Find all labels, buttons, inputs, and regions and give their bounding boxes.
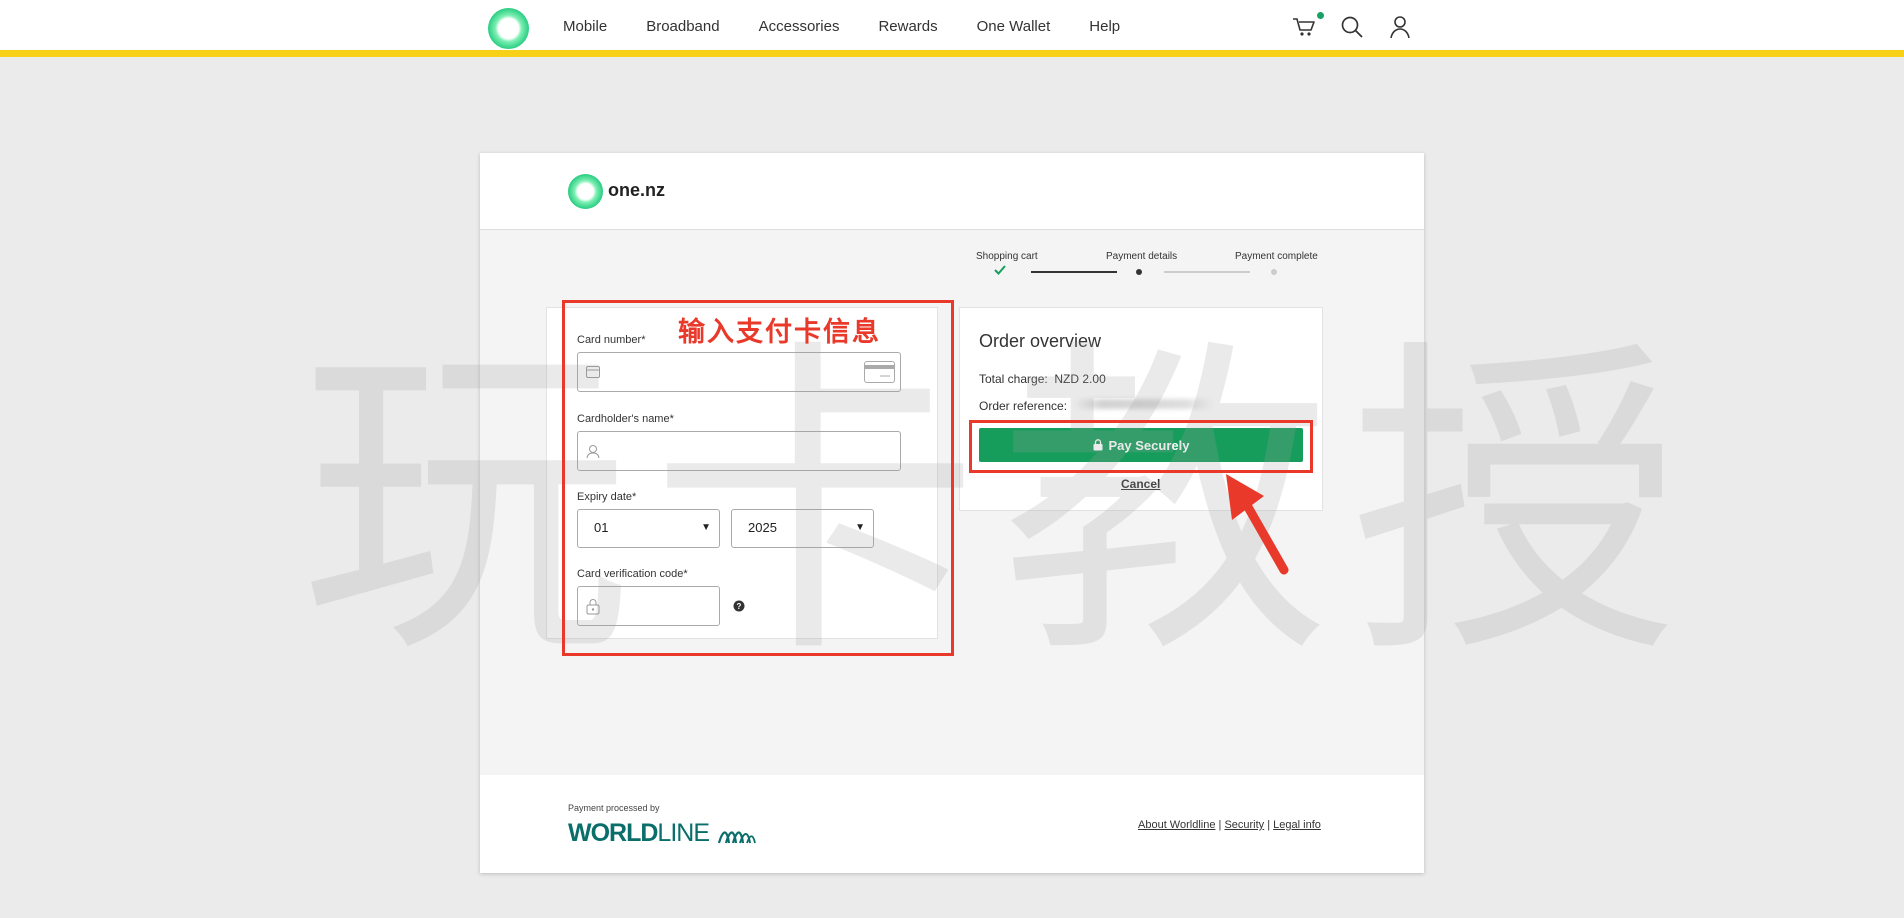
worldline-logo: WORLDLINE xyxy=(568,819,759,848)
card-footer: Payment processed by WORLDLINE About Wor… xyxy=(480,775,1424,873)
worldline-wordmark: WORLDLINE xyxy=(568,819,710,848)
cvc-label: Card verification code* xyxy=(577,568,688,580)
nav-link-rewards[interactable]: Rewards xyxy=(878,18,937,35)
annotation-arrow-icon xyxy=(1226,474,1289,575)
brand-name: one.nz xyxy=(608,180,665,200)
footer-links: About Worldline | Security | Legal info xyxy=(1138,819,1321,831)
step-shopping-cart: Shopping cart xyxy=(976,251,1038,262)
step-payment-complete: Payment complete xyxy=(1235,251,1318,262)
top-navigation: Mobile Broadband Accessories Rewards One… xyxy=(0,0,1904,57)
chevron-down-icon: ▼ xyxy=(701,522,711,533)
check-icon xyxy=(994,265,1006,275)
total-charge-label: Total charge: xyxy=(979,372,1048,386)
lock-icon xyxy=(1093,439,1103,451)
nav-link-broadband[interactable]: Broadband xyxy=(646,18,719,35)
nav-link-help[interactable]: Help xyxy=(1089,18,1120,35)
help-icon[interactable]: ? xyxy=(733,600,745,612)
cancel-link[interactable]: Cancel xyxy=(1121,477,1160,491)
expiry-year-select[interactable]: 2025 ▼ xyxy=(731,509,874,548)
one-logo[interactable] xyxy=(488,8,529,49)
annotation-text: 输入支付卡信息 xyxy=(678,317,881,348)
pay-securely-label: Pay Securely xyxy=(1108,437,1190,453)
search-icon[interactable] xyxy=(1339,14,1365,40)
pay-securely-button[interactable]: Pay Securely xyxy=(979,428,1303,462)
step-line-complete xyxy=(1031,271,1117,273)
order-reference-label: Order reference: xyxy=(979,399,1068,413)
card-header: one.nz xyxy=(480,153,1424,230)
worldline-light: LINE xyxy=(657,819,710,847)
step-line-pending xyxy=(1164,271,1250,273)
credit-card-icon xyxy=(864,361,895,383)
card-number-input[interactable] xyxy=(577,352,901,392)
order-reference-redacted xyxy=(1074,399,1214,409)
worldline-bold: WORLD xyxy=(568,819,658,847)
about-worldline-link[interactable]: About Worldline xyxy=(1138,819,1215,831)
svg-text:?: ? xyxy=(737,602,742,611)
nav-link-mobile[interactable]: Mobile xyxy=(563,18,607,35)
worldline-waves-icon xyxy=(717,830,756,843)
total-charge: Total charge: NZD 2.00 xyxy=(979,372,1106,386)
expiry-month-value: 01 xyxy=(594,520,609,535)
security-link[interactable]: Security xyxy=(1224,819,1264,831)
nav-link-accessories[interactable]: Accessories xyxy=(759,18,840,35)
payment-processed-by: Payment processed by xyxy=(568,803,660,813)
step-dot-pending xyxy=(1271,269,1277,275)
cart-icon[interactable] xyxy=(1291,10,1326,40)
card-small-icon xyxy=(586,366,600,378)
card-form: Card number* Cardholder's name* Expiry d… xyxy=(546,307,938,639)
cvc-input[interactable] xyxy=(577,586,720,626)
order-title: Order overview xyxy=(979,331,1102,351)
legal-info-link[interactable]: Legal info xyxy=(1273,819,1321,831)
nav-icons xyxy=(1291,10,1413,40)
person-icon xyxy=(586,445,600,459)
expiry-month-select[interactable]: 01 ▼ xyxy=(577,509,720,548)
cardholder-label: Cardholder's name* xyxy=(577,413,674,425)
expiry-label: Expiry date* xyxy=(577,491,637,503)
cart-badge-dot xyxy=(1315,10,1326,21)
expiry-year-value: 2025 xyxy=(748,520,777,535)
nav-links: Mobile Broadband Accessories Rewards One… xyxy=(563,18,1159,35)
card-number-label: Card number* xyxy=(577,334,646,346)
cardholder-input[interactable] xyxy=(577,431,901,471)
nav-link-one-wallet[interactable]: One Wallet xyxy=(977,18,1051,35)
lock-icon xyxy=(586,599,600,615)
account-icon[interactable] xyxy=(1387,14,1413,40)
chevron-down-icon: ▼ xyxy=(855,522,865,533)
brand-logo-icon xyxy=(568,174,603,209)
step-payment-details: Payment details xyxy=(1106,251,1178,262)
total-charge-value: NZD 2.00 xyxy=(1054,372,1106,386)
step-dot-current xyxy=(1136,269,1142,275)
